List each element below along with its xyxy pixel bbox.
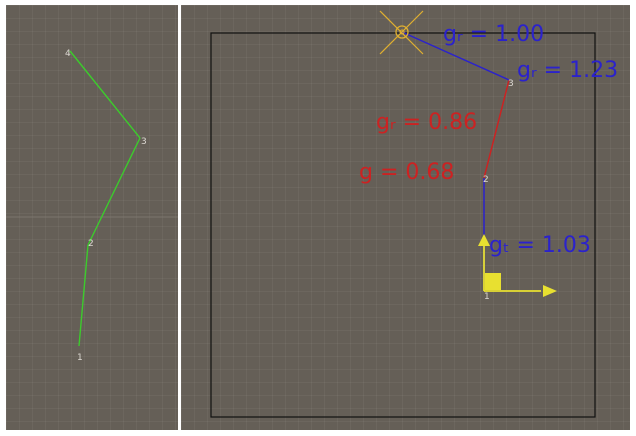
chain-segment-3-4 <box>69 50 141 139</box>
g-label-mid: gᵣ = 0.86 <box>376 110 477 135</box>
node-label-3[interactable]: 3 <box>508 79 514 89</box>
camera-frame <box>210 32 596 418</box>
left-viewport[interactable]: 1 2 3 4 <box>6 5 178 430</box>
segment-2-3 <box>483 79 510 179</box>
gizmo-plane-handle[interactable] <box>485 273 501 290</box>
node-label-2[interactable]: 2 <box>483 175 489 185</box>
g-label-top: gᵣ = 1.00 <box>443 22 544 47</box>
node-label-3[interactable]: 3 <box>141 137 147 147</box>
node-label-1[interactable]: 1 <box>484 292 490 302</box>
node-label-2[interactable]: 2 <box>88 239 94 249</box>
node-label-1[interactable]: 1 <box>77 353 83 363</box>
node-label-4[interactable]: 4 <box>65 49 71 59</box>
right-viewport[interactable]: 1 2 3 gᵣ = 1.00 gᵣ = 1.23 gᵣ = 0.86 g = … <box>181 5 630 430</box>
chain-segment-1-2 <box>78 244 89 347</box>
left-chain-svg: 1 2 3 4 <box>6 49 178 363</box>
g-label-bottom: gₜ = 1.03 <box>489 233 591 258</box>
g-label-low: g = 0.68 <box>359 160 454 185</box>
chain-segment-2-3 <box>87 137 141 246</box>
g-label-right: gᵣ = 1.23 <box>517 58 618 83</box>
right-chain-svg: 1 2 3 gᵣ = 1.00 gᵣ = 1.23 gᵣ = 0.86 g = … <box>210 10 618 418</box>
gizmo-x-arrowhead-icon[interactable] <box>543 285 557 297</box>
